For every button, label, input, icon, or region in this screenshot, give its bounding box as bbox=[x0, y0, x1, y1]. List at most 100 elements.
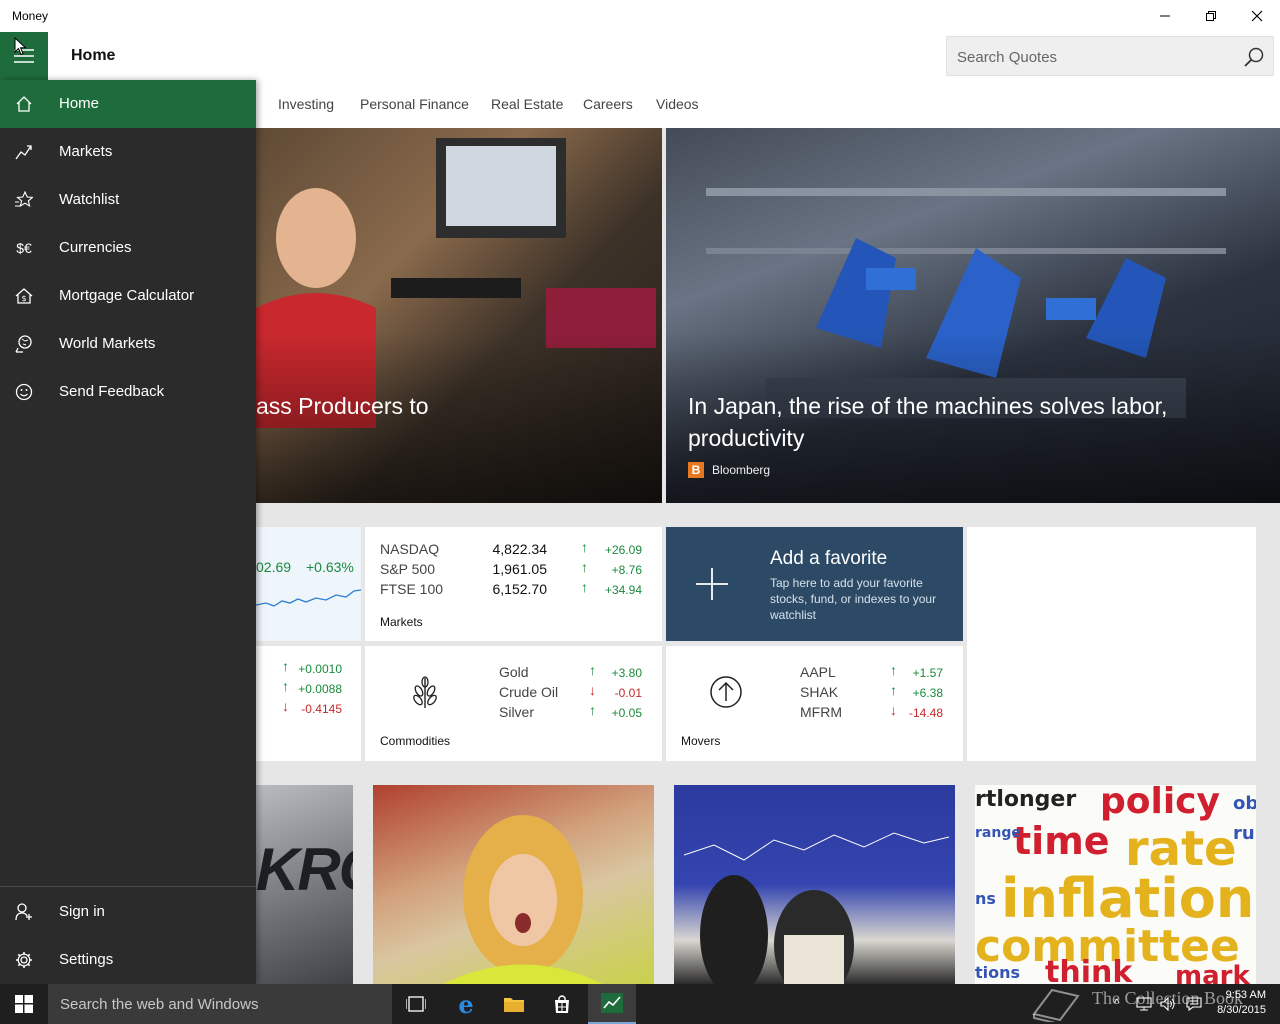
sidebar-item-label: Markets bbox=[59, 143, 113, 160]
star-list-icon bbox=[14, 190, 34, 210]
tab-personal-finance[interactable]: Personal Finance bbox=[360, 96, 469, 112]
sidebar-item-home[interactable]: Home bbox=[0, 80, 256, 128]
clock-date: 8/30/2015 bbox=[1217, 1004, 1266, 1016]
money-app-button[interactable] bbox=[588, 984, 636, 1024]
news-thumbnail-1[interactable]: KRO bbox=[256, 785, 353, 984]
sidebar-item-currencies[interactable]: $€ Currencies bbox=[0, 224, 256, 272]
search-icon[interactable] bbox=[1243, 46, 1265, 68]
up-arrow-icon: ↑ bbox=[581, 539, 588, 555]
sidebar-item-label: Mortgage Calculator bbox=[59, 287, 195, 304]
close-button[interactable] bbox=[1234, 0, 1280, 32]
network-icon[interactable] bbox=[1136, 997, 1152, 1011]
tab-careers[interactable]: Careers bbox=[583, 96, 633, 112]
market-name: NASDAQ bbox=[380, 541, 440, 557]
down-arrow-icon: ↓ bbox=[589, 682, 596, 698]
sidebar-item-label: Watchlist bbox=[59, 191, 120, 208]
hero-story-1[interactable]: ass Producers to bbox=[256, 128, 662, 503]
sidebar-item-label: Send Feedback bbox=[59, 383, 165, 400]
smiley-icon bbox=[14, 382, 34, 402]
news-thumbnail-3[interactable] bbox=[674, 785, 955, 984]
word-cloud-word: range bbox=[975, 825, 1021, 841]
sidebar-item-mortgage-calculator[interactable]: $ Mortgage Calculator bbox=[0, 272, 256, 320]
system-clock[interactable]: 9:53 AM 8/30/2015 bbox=[1217, 988, 1266, 1018]
up-arrow-icon: ↑ bbox=[581, 579, 588, 595]
currency-sparkline bbox=[256, 589, 361, 607]
page-title: Home bbox=[71, 47, 116, 64]
sidebar-item-watchlist[interactable]: Watchlist bbox=[0, 176, 256, 224]
search-box[interactable] bbox=[946, 36, 1274, 76]
word-cloud-word: time bbox=[1013, 819, 1110, 863]
word-cloud-word: rtlonger bbox=[975, 787, 1077, 812]
news-thumbnail-2[interactable] bbox=[373, 785, 654, 984]
task-view-icon bbox=[406, 996, 426, 1012]
currency-card[interactable]: 02.69 +0.63% bbox=[256, 527, 361, 641]
market-value: 6,152.70 bbox=[492, 581, 548, 597]
thumbnail-image-3 bbox=[683, 832, 950, 984]
store-button[interactable] bbox=[538, 984, 586, 1024]
mover-up-circle-icon bbox=[710, 676, 742, 708]
search-input[interactable] bbox=[957, 45, 1227, 69]
store-icon bbox=[555, 995, 569, 1013]
up-arrow-icon: ↑ bbox=[890, 682, 897, 698]
market-change: +8.76 bbox=[611, 563, 642, 577]
taskbar-search-box[interactable]: Search the web and Windows bbox=[48, 984, 392, 1024]
tab-real-estate[interactable]: Real Estate bbox=[491, 96, 563, 112]
volume-icon[interactable] bbox=[1160, 997, 1176, 1011]
svg-text:$: $ bbox=[21, 294, 26, 303]
tab-investing[interactable]: Investing bbox=[278, 96, 334, 112]
markets-card-label: Markets bbox=[380, 615, 423, 629]
app-header: Home bbox=[0, 32, 1280, 80]
tab-videos[interactable]: Videos bbox=[656, 96, 699, 112]
currencies-card[interactable]: ↑ +0.0010 ↑ +0.0088 ↓ -0.4145 bbox=[256, 646, 361, 761]
thumbnail-image-2 bbox=[443, 815, 603, 984]
sidebar-item-label: Settings bbox=[59, 951, 114, 968]
minimize-button[interactable] bbox=[1142, 0, 1188, 32]
hero-story-2[interactable]: In Japan, the rise of the machines solve… bbox=[666, 128, 1280, 503]
mouse-cursor-icon bbox=[14, 37, 27, 56]
sidebar-item-settings[interactable]: Settings bbox=[0, 936, 256, 984]
word-cloud-word: tions bbox=[975, 963, 1021, 982]
currency-row-change: +0.0010 bbox=[298, 662, 342, 676]
commodities-card[interactable]: Gold ↑ +3.80 Crude Oil ↓ -0.01 Silver ↑ … bbox=[365, 646, 662, 761]
sidebar-item-markets[interactable]: Markets bbox=[0, 128, 256, 176]
folder-icon bbox=[504, 998, 524, 1012]
tray-chevron-up-icon[interactable]: ^ bbox=[1114, 996, 1120, 1010]
window-title: Money bbox=[12, 9, 49, 23]
file-explorer-button[interactable] bbox=[490, 984, 538, 1024]
markets-card[interactable]: NASDAQ 4,822.34 ↑ +26.09 S&P 500 1,961.0… bbox=[365, 527, 662, 641]
sidebar-item-label: Currencies bbox=[59, 239, 132, 256]
action-center-icon[interactable] bbox=[1186, 997, 1202, 1011]
movers-card[interactable]: AAPL ↑ +1.57 SHAK ↑ +6.38 MFRM ↓ -14.48 … bbox=[666, 646, 963, 761]
news-thumbnail-4[interactable]: rtlonger policy ob time run rate range n… bbox=[975, 785, 1256, 984]
restore-button[interactable] bbox=[1188, 0, 1234, 32]
word-cloud-word: policy bbox=[1100, 785, 1220, 822]
currency-value: 02.69 bbox=[256, 559, 292, 575]
house-dollar-icon: $ bbox=[14, 286, 34, 306]
market-value: 1,961.05 bbox=[492, 561, 548, 577]
sidebar-item-send-feedback[interactable]: Send Feedback bbox=[0, 368, 256, 416]
clock-time: 9:53 AM bbox=[1225, 989, 1266, 1001]
add-favorite-card[interactable]: Add a favorite Tap here to add your favo… bbox=[666, 527, 963, 641]
task-view-button[interactable] bbox=[392, 984, 440, 1024]
sidebar-item-sign-in[interactable]: Sign in bbox=[0, 888, 256, 936]
mover-change: +1.57 bbox=[912, 666, 943, 680]
commodity-name: Gold bbox=[499, 664, 529, 680]
up-arrow-icon: ↑ bbox=[282, 658, 289, 674]
sidebar-item-label: Home bbox=[59, 95, 100, 112]
market-value: 4,822.34 bbox=[492, 541, 548, 557]
taskbar-search-text: Search the web and Windows bbox=[60, 996, 259, 1013]
sidebar-item-world-markets[interactable]: World Markets bbox=[0, 320, 256, 368]
hero-source: B Bloomberg bbox=[688, 462, 770, 478]
thumbnail-sign-text: KRO bbox=[256, 836, 353, 903]
currency-row-change: +0.0088 bbox=[298, 682, 342, 696]
person-add-icon bbox=[14, 902, 34, 922]
mover-symbol: AAPL bbox=[800, 664, 836, 680]
restore-icon bbox=[1206, 11, 1216, 21]
start-button[interactable] bbox=[0, 984, 48, 1024]
hero-headline-2: In Japan, the rise of the machines solve… bbox=[688, 393, 1168, 451]
word-cloud-word: ob bbox=[1233, 793, 1256, 814]
movers-card-label: Movers bbox=[681, 734, 721, 748]
edge-browser-button[interactable]: e bbox=[442, 984, 490, 1024]
commodity-change: +0.05 bbox=[611, 706, 642, 720]
hero-source-label: Bloomberg bbox=[712, 463, 771, 477]
